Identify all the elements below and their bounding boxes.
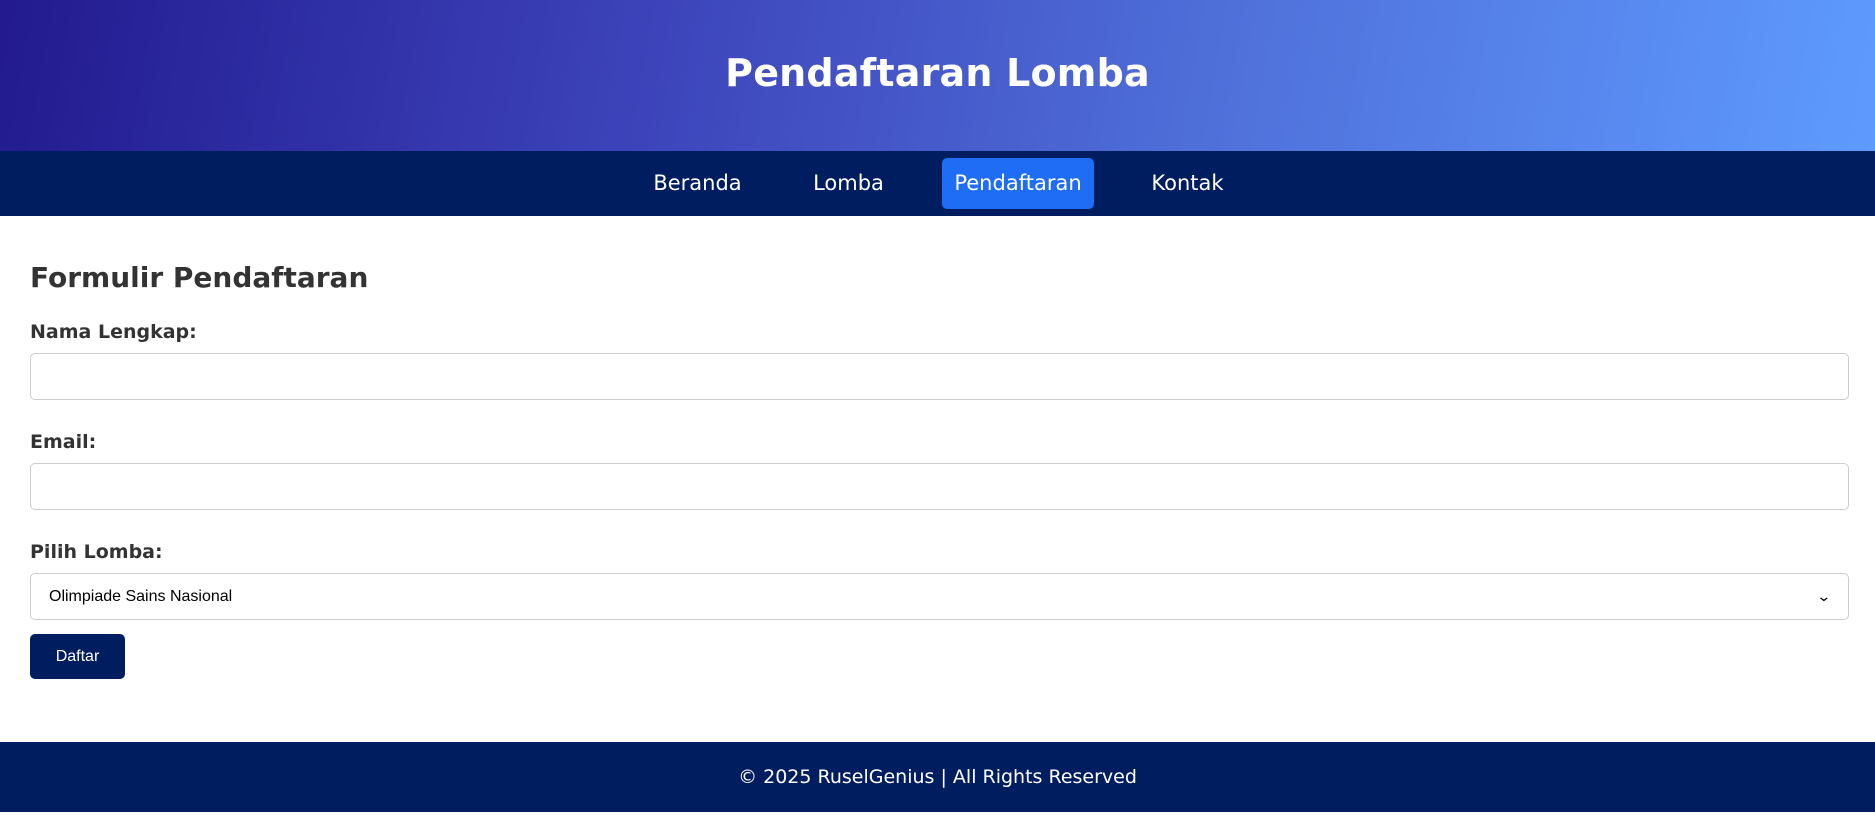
main-navigation: Beranda Lomba Pendaftaran Kontak	[0, 151, 1875, 216]
name-label: Nama Lengkap:	[30, 321, 197, 343]
page-footer: © 2025 RuselGenius | All Rights Reserved	[0, 742, 1875, 812]
competition-selected-value: Olimpiade Sains Nasional	[49, 587, 233, 605]
footer-text: © 2025 RuselGenius | All Rights Reserved	[738, 766, 1137, 788]
page-title: Pendaftaran Lomba	[725, 50, 1150, 95]
form-title: Formulir Pendaftaran	[30, 261, 369, 294]
email-input[interactable]	[30, 463, 1849, 510]
email-label: Email:	[30, 431, 97, 453]
competition-label: Pilih Lomba:	[30, 541, 163, 563]
competition-select[interactable]: Olimpiade Sains Nasional ⌄	[30, 573, 1849, 620]
chevron-down-icon: ⌄	[1816, 588, 1832, 604]
nav-item-beranda[interactable]: Beranda	[641, 158, 754, 209]
page-header: Pendaftaran Lomba	[0, 0, 1875, 151]
nav-item-pendaftaran[interactable]: Pendaftaran	[942, 158, 1094, 209]
nav-item-lomba[interactable]: Lomba	[791, 158, 906, 209]
submit-button[interactable]: Daftar	[30, 634, 125, 679]
nav-item-kontak[interactable]: Kontak	[1130, 158, 1245, 209]
name-input[interactable]	[30, 353, 1849, 400]
